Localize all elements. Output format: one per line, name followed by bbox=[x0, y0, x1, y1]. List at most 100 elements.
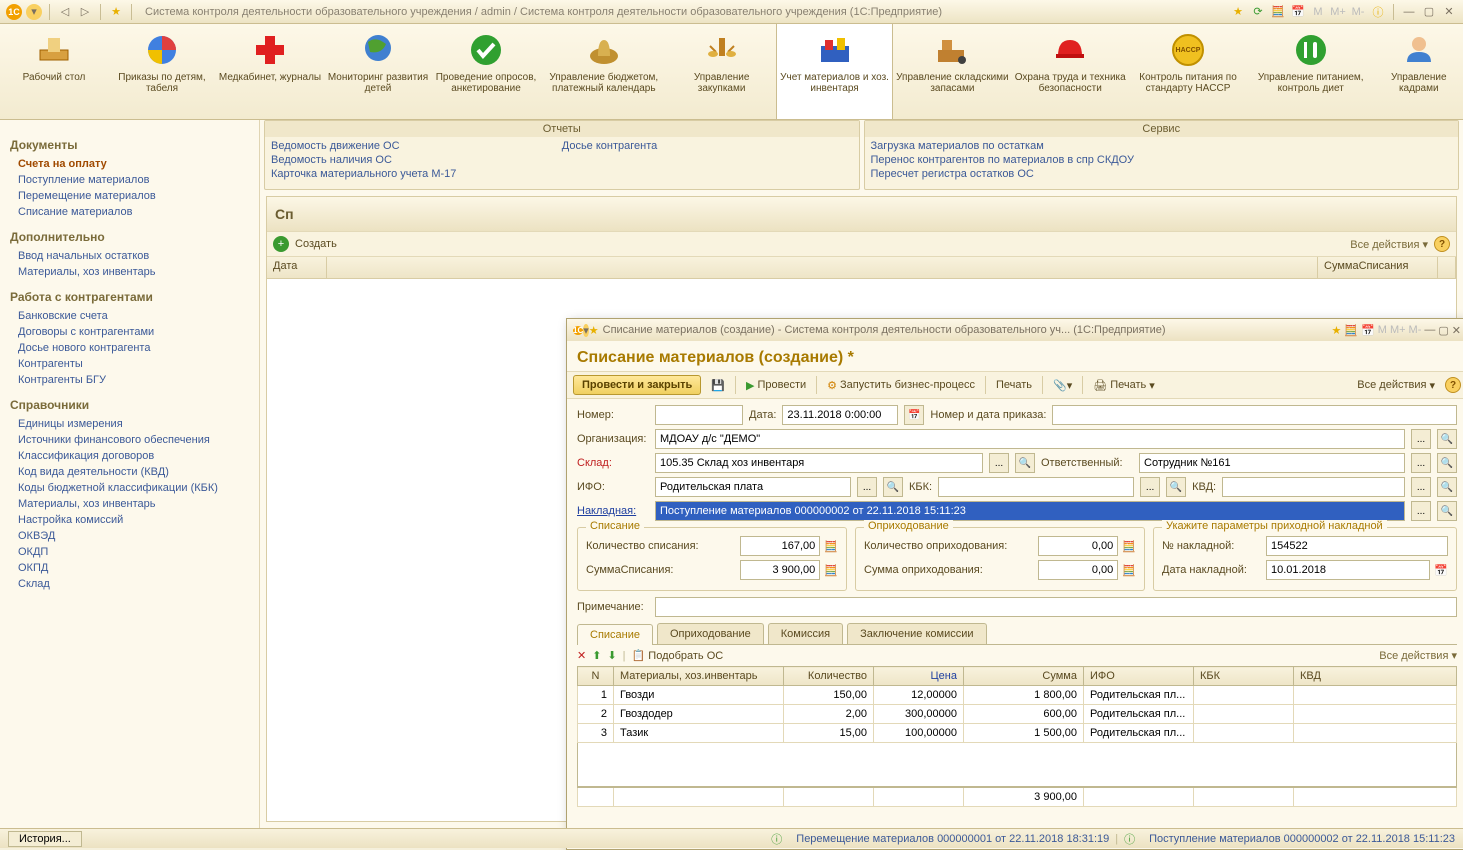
tool-haccp[interactable]: HACCPКонтроль питания по стандарту HACCP bbox=[1129, 24, 1247, 119]
tool-budget[interactable]: Управление бюджетом, платежный календарь bbox=[540, 24, 668, 119]
tab-all-actions[interactable]: Все действия ▾ bbox=[1379, 649, 1457, 662]
calc-icon[interactable]: 🧮 bbox=[1270, 4, 1286, 20]
note-field[interactable] bbox=[655, 597, 1457, 617]
doc-date-field[interactable]: 10.01.2018 bbox=[1266, 560, 1430, 580]
refresh-icon[interactable]: ⟳ bbox=[1250, 4, 1266, 20]
modal-close-icon[interactable]: ✕ bbox=[1452, 324, 1461, 337]
tool-orders[interactable]: Приказы по детям, табеля bbox=[108, 24, 216, 119]
sidebar-item-classif[interactable]: Классификация договоров bbox=[10, 448, 249, 464]
sidebar-item-contracts[interactable]: Договоры с контрагентами bbox=[10, 324, 249, 340]
receipt-qty-field[interactable]: 0,00 bbox=[1038, 536, 1118, 556]
org-field[interactable]: МДОАУ д/с "ДЕМО" bbox=[655, 429, 1405, 449]
history-button[interactable]: История... bbox=[8, 831, 82, 847]
tool-materials[interactable]: Учет материалов и хоз. инвентаря bbox=[776, 24, 894, 119]
sidebar-item-okdp[interactable]: ОКДП bbox=[10, 544, 249, 560]
col-price[interactable]: Цена bbox=[874, 667, 964, 686]
sidebar-item-bgu[interactable]: Контрагенты БГУ bbox=[10, 372, 249, 388]
date-field[interactable]: 23.11.2018 0:00:00 bbox=[782, 405, 898, 425]
order-field[interactable] bbox=[1052, 405, 1457, 425]
receipt-sum-field[interactable]: 0,00 bbox=[1038, 560, 1118, 580]
col-qty[interactable]: Количество bbox=[784, 667, 874, 686]
dropdown-icon[interactable]: ▾ bbox=[26, 4, 42, 20]
sidebar-item-bank[interactable]: Банковские счета bbox=[10, 308, 249, 324]
sidebar-item-kvd[interactable]: Код вида деятельности (КВД) bbox=[10, 464, 249, 480]
col-sum[interactable]: Сумма bbox=[964, 667, 1084, 686]
print2-button[interactable]: 🖨Печать ▾ bbox=[1087, 376, 1161, 395]
date-picker-icon[interactable]: 📅 bbox=[1434, 564, 1448, 577]
resp-field[interactable]: Сотрудник №161 bbox=[1139, 453, 1405, 473]
kbk-select-icon[interactable]: ... bbox=[1140, 477, 1160, 497]
create-button[interactable]: Создать bbox=[295, 238, 337, 250]
status-link-1[interactable]: Перемещение материалов 000000001 от 22.1… bbox=[796, 833, 1109, 845]
sidebar-item-okved[interactable]: ОКВЭД bbox=[10, 528, 249, 544]
resp-select-icon[interactable]: ... bbox=[1411, 453, 1431, 473]
back-icon[interactable]: ◁ bbox=[57, 4, 73, 20]
invoice-select-icon[interactable]: ... bbox=[1411, 501, 1431, 521]
minimize-icon[interactable]: — bbox=[1401, 4, 1417, 20]
report-link[interactable]: Ведомость наличия ОС bbox=[271, 153, 562, 167]
report-link[interactable]: Досье контрагента bbox=[562, 139, 853, 153]
sidebar-item-dossier[interactable]: Досье нового контрагента bbox=[10, 340, 249, 356]
sidebar-item-writeoff[interactable]: Списание материалов bbox=[10, 204, 249, 220]
move-up-icon[interactable]: ⬆ bbox=[592, 649, 601, 662]
tool-nutrition[interactable]: Управление питанием, контроль диет bbox=[1247, 24, 1375, 119]
ifo-field[interactable]: Родительская плата bbox=[655, 477, 851, 497]
tool-hr[interactable]: Управление кадрами bbox=[1375, 24, 1463, 119]
info-icon[interactable]: ⓘ bbox=[1370, 4, 1386, 20]
date-picker-icon[interactable]: 📅 bbox=[904, 405, 924, 425]
fav-icon[interactable]: ★ bbox=[1230, 4, 1246, 20]
calc-icon[interactable]: 🧮 bbox=[1122, 540, 1136, 553]
modal-calc-icon[interactable]: 🧮 bbox=[1344, 324, 1358, 337]
invoice-label[interactable]: Накладная: bbox=[577, 505, 649, 517]
kvd-field[interactable] bbox=[1222, 477, 1405, 497]
col-ifo[interactable]: ИФО bbox=[1084, 667, 1194, 686]
service-link[interactable]: Перенос контрагентов по материалов в спр… bbox=[871, 153, 1453, 167]
modal-mplus-icon[interactable]: M+ bbox=[1390, 324, 1406, 337]
sidebar-item-store[interactable]: Склад bbox=[10, 576, 249, 592]
star-icon[interactable]: ★ bbox=[108, 4, 124, 20]
tool-monitoring[interactable]: Мониторинг развития детей bbox=[324, 24, 432, 119]
sidebar-item-initial[interactable]: Ввод начальных остатков bbox=[10, 248, 249, 264]
tab-receipt[interactable]: Оприходование bbox=[657, 623, 764, 644]
run-bp-button[interactable]: ⚙Запустить бизнес-процесс bbox=[821, 376, 981, 395]
calc-icon[interactable]: 🧮 bbox=[824, 540, 838, 553]
modal-all-actions[interactable]: Все действия ▾ bbox=[1351, 376, 1441, 395]
store-field[interactable]: 105.35 Склад хоз инвентаря bbox=[655, 453, 983, 473]
modal-m-icon[interactable]: M bbox=[1378, 324, 1387, 337]
writeoff-qty-field[interactable]: 167,00 bbox=[740, 536, 820, 556]
attach-icon[interactable]: 📎▾ bbox=[1047, 376, 1078, 395]
kbk-field[interactable] bbox=[938, 477, 1134, 497]
modal-cal-icon[interactable]: 📅 bbox=[1361, 324, 1375, 337]
tool-surveys[interactable]: Проведение опросов, анкетирование bbox=[432, 24, 540, 119]
table-row[interactable]: 3Тазик15,00100,000001 500,00Родительская… bbox=[578, 724, 1457, 743]
kvd-select-icon[interactable]: ... bbox=[1411, 477, 1431, 497]
tab-commission[interactable]: Комиссия bbox=[768, 623, 843, 644]
store-select-icon[interactable]: ... bbox=[989, 453, 1009, 473]
close-icon[interactable]: ✕ bbox=[1441, 4, 1457, 20]
tool-procurement[interactable]: Управление закупками bbox=[668, 24, 776, 119]
ifo-select-icon[interactable]: ... bbox=[857, 477, 877, 497]
sidebar-item-kbk[interactable]: Коды бюджетной классификации (КБК) bbox=[10, 480, 249, 496]
report-link[interactable]: Ведомость движение ОС bbox=[271, 139, 562, 153]
modal-star-icon[interactable]: ★ bbox=[589, 324, 599, 337]
tool-safety[interactable]: Охрана труда и техника безопасности bbox=[1011, 24, 1129, 119]
calc-icon[interactable]: 🧮 bbox=[824, 564, 838, 577]
post-button[interactable]: ▶Провести bbox=[740, 376, 812, 395]
modal-maximize-icon[interactable]: ▢ bbox=[1438, 324, 1448, 337]
modal-mminus-icon[interactable]: M- bbox=[1409, 324, 1422, 337]
service-link[interactable]: Пересчет регистра остатков ОС bbox=[871, 167, 1453, 181]
col-kvd[interactable]: КВД bbox=[1294, 667, 1457, 686]
modal-minimize-icon[interactable]: — bbox=[1424, 324, 1435, 337]
store-search-icon[interactable]: 🔍 bbox=[1015, 453, 1035, 473]
writeoff-sum-field[interactable]: 3 900,00 bbox=[740, 560, 820, 580]
doc-num-field[interactable]: 154522 bbox=[1266, 536, 1448, 556]
status-link-2[interactable]: Поступление материалов 000000002 от 22.1… bbox=[1149, 833, 1455, 845]
delete-row-icon[interactable]: ✕ bbox=[577, 649, 586, 662]
sidebar-item-accounts[interactable]: Счета на оплату bbox=[10, 156, 249, 172]
number-field[interactable] bbox=[655, 405, 743, 425]
all-actions-button[interactable]: Все действия ▾ bbox=[1350, 238, 1428, 251]
sidebar-item-receipt[interactable]: Поступление материалов bbox=[10, 172, 249, 188]
resp-search-icon[interactable]: 🔍 bbox=[1437, 453, 1457, 473]
org-select-icon[interactable]: ... bbox=[1411, 429, 1431, 449]
sidebar-item-inventory[interactable]: Материалы, хоз инвентарь bbox=[10, 264, 249, 280]
